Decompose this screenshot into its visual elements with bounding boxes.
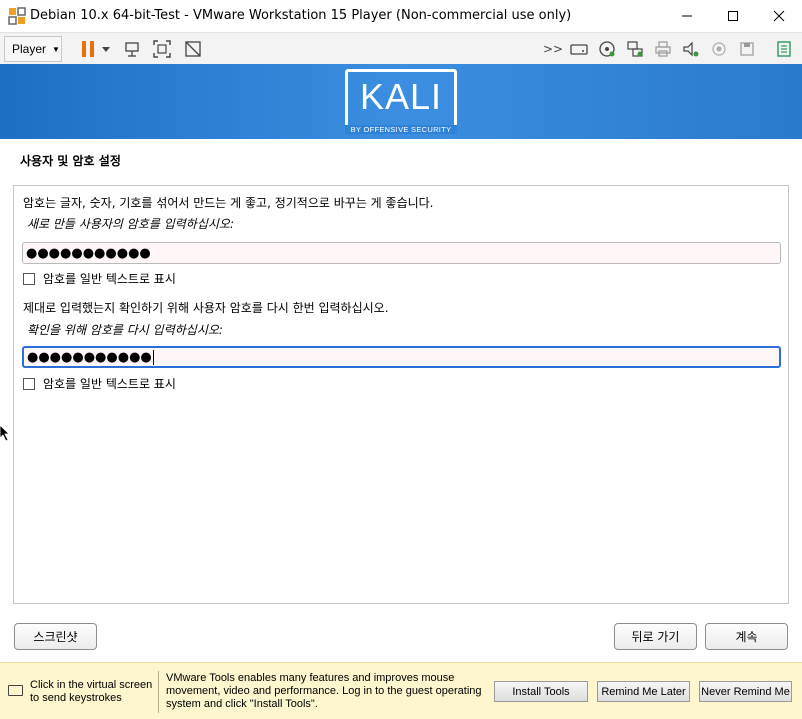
password-value: ●●●●●●●●●●●	[26, 245, 151, 261]
close-button[interactable]	[756, 0, 802, 32]
show-confirm-password-toggle[interactable]: 암호를 일반 텍스트로 표시	[23, 375, 176, 392]
minimize-button[interactable]	[664, 0, 710, 32]
never-remind-button[interactable]: Never Remind Me	[699, 681, 792, 702]
printer-icon	[655, 41, 671, 57]
sound-icon	[683, 41, 699, 57]
more-devices-icon: >>	[542, 42, 564, 56]
pause-icon	[82, 41, 94, 57]
password-advice-text: 암호는 글자, 숫자, 기호를 섞어서 만드는 게 좋고, 정기적으로 바꾸는 …	[23, 196, 434, 210]
hard-disk-icon	[570, 44, 588, 55]
remind-later-button[interactable]: Remind Me Later	[597, 681, 690, 702]
send-keys-icon	[125, 42, 139, 57]
kali-logo-subtitle: BY OFFENSIVE SECURITY	[345, 125, 457, 134]
minimize-icon	[682, 15, 692, 17]
text-caret	[152, 349, 154, 365]
password-input[interactable]: ●●●●●●●●●●●	[22, 242, 781, 264]
dropdown-caret-icon	[102, 47, 110, 52]
confirm-password-input[interactable]: ●●●●●●●●●●●	[22, 346, 781, 368]
sound-card-button[interactable]	[681, 39, 701, 59]
show-confirm-password-label: 암호를 일반 텍스트로 표시	[43, 377, 176, 391]
player-menu-button[interactable]: Player ▼	[4, 36, 62, 62]
notes-icon	[777, 41, 791, 57]
usb-icon	[712, 42, 726, 56]
kali-logo-text: KALI	[359, 76, 443, 117]
close-icon	[773, 10, 785, 22]
printer-button[interactable]	[653, 39, 673, 59]
keystroke-hint: Click in the virtual screen to send keys…	[30, 679, 153, 704]
installer-banner: KALI BY OFFENSIVE SECURITY	[0, 64, 802, 139]
screenshot-button[interactable]: 스크린샷	[14, 623, 97, 650]
cd-dvd-button[interactable]	[597, 39, 617, 59]
virtual-machine-screen[interactable]: KALI BY OFFENSIVE SECURITY 사용자 및 암호 설정 암…	[0, 64, 802, 662]
kali-logo: KALI	[345, 69, 457, 131]
fullscreen-icon	[153, 40, 171, 58]
password-prompt-label: 새로 만들 사용자의 암호를 입력하십시오:	[27, 217, 234, 231]
confirm-password-value: ●●●●●●●●●●●	[27, 349, 152, 365]
pause-button[interactable]	[78, 39, 98, 59]
maximize-button[interactable]	[710, 0, 756, 32]
cd-dvd-icon	[599, 41, 615, 57]
vmware-tools-message: VMware Tools enables many features and i…	[166, 672, 482, 710]
player-toolbar: Player ▼ >>	[0, 32, 802, 64]
password-setup-panel: 암호는 글자, 숫자, 기호를 섞어서 만드는 게 좋고, 정기적으로 바꾸는 …	[13, 185, 789, 604]
vmware-player-window: Debian 10.x 64-bit-Test - VMware Worksta…	[0, 0, 802, 719]
full-screen-button[interactable]	[152, 39, 172, 59]
maximize-icon	[728, 11, 738, 21]
floppy-icon	[740, 42, 754, 56]
unity-icon	[185, 41, 201, 57]
confirm-password-advice-text: 제대로 입력했는지 확인하기 위해 사용자 암호를 다시 한번 입력하십시오.	[23, 301, 389, 315]
power-options-dropdown[interactable]	[98, 39, 114, 59]
notes-button[interactable]	[774, 39, 794, 59]
show-password-toggle[interactable]: 암호를 일반 텍스트로 표시	[23, 270, 176, 287]
more-devices-button[interactable]: >>	[543, 39, 563, 59]
player-menu-label: Player	[12, 42, 47, 56]
vmware-tools-status-bar: Click in the virtual screen to send keys…	[0, 662, 802, 719]
keyboard-icon	[8, 685, 23, 696]
title-bar: Debian 10.x 64-bit-Test - VMware Worksta…	[0, 0, 802, 32]
show-password-label: 암호를 일반 텍스트로 표시	[43, 272, 176, 286]
unity-button[interactable]	[183, 39, 203, 59]
section-title: 사용자 및 암호 설정	[20, 154, 121, 168]
hard-disk-button[interactable]	[569, 39, 589, 59]
usb-button[interactable]	[709, 39, 729, 59]
back-button[interactable]: 뒤로 가기	[614, 623, 697, 650]
vmware-app-icon	[8, 7, 26, 25]
continue-button[interactable]: 계속	[705, 623, 788, 650]
show-password-checkbox[interactable]	[23, 272, 35, 285]
floppy-button[interactable]	[737, 39, 757, 59]
show-confirm-password-checkbox[interactable]	[23, 377, 35, 390]
confirm-password-prompt-label: 확인을 위해 암호를 다시 입력하십시오:	[27, 323, 223, 337]
mouse-cursor-icon	[0, 425, 10, 441]
chevron-down-icon: ▼	[52, 44, 60, 54]
status-divider	[158, 671, 159, 713]
network-icon	[627, 41, 643, 57]
install-tools-button[interactable]: Install Tools	[494, 681, 588, 702]
network-adapter-button[interactable]	[625, 39, 645, 59]
send-ctrl-alt-del-button[interactable]	[122, 39, 142, 59]
window-title: Debian 10.x 64-bit-Test - VMware Worksta…	[30, 8, 572, 23]
